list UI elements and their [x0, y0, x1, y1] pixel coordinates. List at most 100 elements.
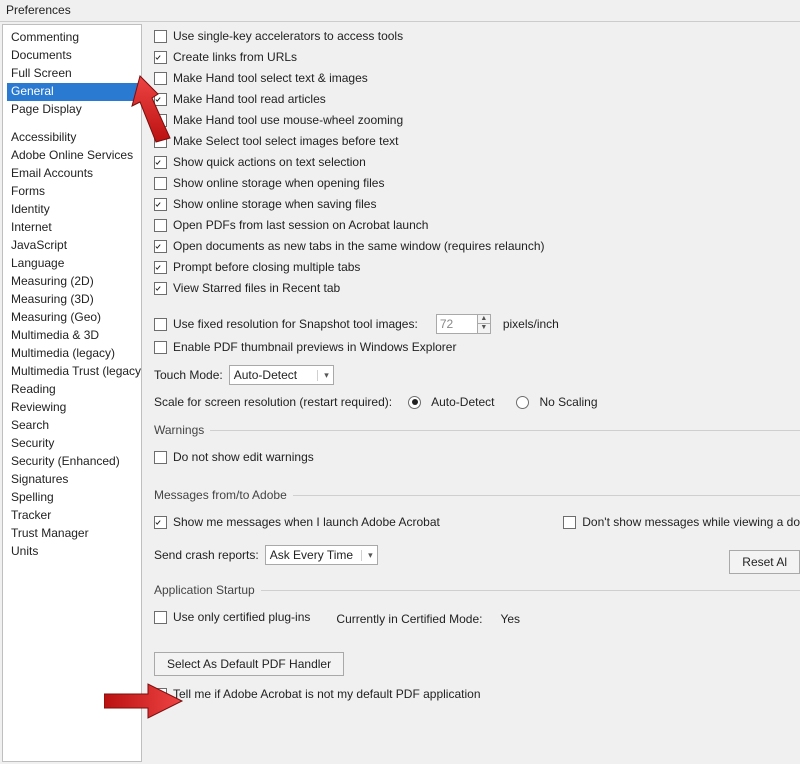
- sidebar-item-email-accounts[interactable]: Email Accounts: [7, 165, 141, 183]
- option-checkbox[interactable]: [154, 93, 167, 106]
- option-label: Open documents as new tabs in the same w…: [173, 238, 545, 254]
- sidebar-item-search[interactable]: Search: [7, 417, 141, 435]
- startup-legend: Application Startup: [154, 583, 261, 597]
- option-label: View Starred files in Recent tab: [173, 280, 340, 296]
- touch-mode-select[interactable]: Auto-Detect ▾: [229, 365, 334, 385]
- general-settings-panel: Use single-key accelerators to access to…: [144, 22, 800, 764]
- sidebar-item-measuring-3d-[interactable]: Measuring (3D): [7, 291, 141, 309]
- option-checkbox[interactable]: [154, 177, 167, 190]
- default-app-notify-checkbox[interactable]: [154, 688, 167, 701]
- option-checkbox[interactable]: [154, 135, 167, 148]
- sidebar-item-javascript[interactable]: JavaScript: [7, 237, 141, 255]
- launch-messages-label: Show me messages when I launch Adobe Acr…: [173, 514, 440, 530]
- sidebar-item-signatures[interactable]: Signatures: [7, 471, 141, 489]
- sidebar-item-identity[interactable]: Identity: [7, 201, 141, 219]
- spin-up-icon[interactable]: ▲: [477, 314, 491, 324]
- chevron-down-icon: ▾: [361, 550, 373, 561]
- sidebar-item-tracker[interactable]: Tracker: [7, 507, 141, 525]
- thumbnail-previews-label: Enable PDF thumbnail previews in Windows…: [173, 339, 456, 355]
- snapshot-resolution-checkbox[interactable]: [154, 318, 167, 331]
- sidebar-item-multimedia-legacy-[interactable]: Multimedia (legacy): [7, 345, 141, 363]
- scale-no-scaling-radio[interactable]: [516, 396, 529, 409]
- sidebar-item-security[interactable]: Security: [7, 435, 141, 453]
- sidebar-item-adobe-online-services[interactable]: Adobe Online Services: [7, 147, 141, 165]
- default-app-notify-label: Tell me if Adobe Acrobat is not my defau…: [173, 686, 481, 702]
- snapshot-resolution-label: Use fixed resolution for Snapshot tool i…: [173, 316, 418, 332]
- touch-mode-value: Auto-Detect: [234, 368, 297, 382]
- warnings-legend: Warnings: [154, 423, 210, 437]
- touch-mode-label: Touch Mode:: [154, 368, 223, 382]
- option-checkbox[interactable]: [154, 156, 167, 169]
- option-label: Make Hand tool use mouse-wheel zooming: [173, 112, 403, 128]
- sidebar-item-multimedia-3d[interactable]: Multimedia & 3D: [7, 327, 141, 345]
- sidebar-item-reading[interactable]: Reading: [7, 381, 141, 399]
- option-checkbox[interactable]: [154, 72, 167, 85]
- sidebar-item-security-enhanced-[interactable]: Security (Enhanced): [7, 453, 141, 471]
- option-checkbox[interactable]: [154, 261, 167, 274]
- sidebar-item-multimedia-trust-legacy-[interactable]: Multimedia Trust (legacy): [7, 363, 141, 381]
- sidebar-item-accessibility[interactable]: Accessibility: [7, 129, 141, 147]
- sidebar-item-full-screen[interactable]: Full Screen: [7, 65, 141, 83]
- scale-auto-detect-radio[interactable]: [408, 396, 421, 409]
- thumbnail-previews-checkbox[interactable]: [154, 341, 167, 354]
- crash-reports-label: Send crash reports:: [154, 548, 259, 562]
- categories-sidebar: CommentingDocumentsFull ScreenGeneralPag…: [2, 24, 142, 762]
- option-label: Show online storage when saving files: [173, 196, 376, 212]
- certified-plugins-checkbox[interactable]: [154, 611, 167, 624]
- default-pdf-handler-button[interactable]: Select As Default PDF Handler: [154, 652, 344, 676]
- sidebar-item-general[interactable]: General: [7, 83, 141, 101]
- spin-down-icon[interactable]: ▼: [477, 324, 491, 334]
- startup-group: Application Startup Use only certified p…: [154, 583, 800, 711]
- messages-legend: Messages from/to Adobe: [154, 488, 293, 502]
- option-label: Prompt before closing multiple tabs: [173, 259, 360, 275]
- sidebar-item-measuring-2d-[interactable]: Measuring (2D): [7, 273, 141, 291]
- certified-mode-value: Yes: [500, 612, 520, 626]
- scale-label: Scale for screen resolution (restart req…: [154, 395, 392, 409]
- sidebar-item-documents[interactable]: Documents: [7, 47, 141, 65]
- edit-warnings-label: Do not show edit warnings: [173, 449, 314, 465]
- sidebar-item-spelling[interactable]: Spelling: [7, 489, 141, 507]
- option-label: Create links from URLs: [173, 49, 297, 65]
- option-checkbox[interactable]: [154, 51, 167, 64]
- sidebar-item-forms[interactable]: Forms: [7, 183, 141, 201]
- sidebar-item-units[interactable]: Units: [7, 543, 141, 561]
- sidebar-item-measuring-geo-[interactable]: Measuring (Geo): [7, 309, 141, 327]
- option-label: Show quick actions on text selection: [173, 154, 366, 170]
- option-checkbox[interactable]: [154, 30, 167, 43]
- scale-auto-detect-label: Auto-Detect: [431, 395, 494, 409]
- sidebar-item-page-display[interactable]: Page Display: [7, 101, 141, 119]
- option-label: Use single-key accelerators to access to…: [173, 28, 403, 44]
- option-checkbox[interactable]: [154, 198, 167, 211]
- messages-group: Messages from/to Adobe Show me messages …: [154, 488, 800, 569]
- viewing-messages-label: Don't show messages while viewing a do: [582, 514, 800, 530]
- chevron-down-icon: ▾: [317, 370, 329, 381]
- scale-no-scaling-label: No Scaling: [539, 395, 597, 409]
- option-checkbox[interactable]: [154, 282, 167, 295]
- option-label: Open PDFs from last session on Acrobat l…: [173, 217, 428, 233]
- window-title: Preferences: [0, 0, 800, 22]
- option-label: Make Hand tool read articles: [173, 91, 326, 107]
- crash-reports-value: Ask Every Time: [270, 548, 353, 562]
- viewing-messages-checkbox[interactable]: [563, 516, 576, 529]
- sidebar-item-commenting[interactable]: Commenting: [7, 29, 141, 47]
- snapshot-resolution-input[interactable]: [436, 314, 478, 334]
- option-label: Show online storage when opening files: [173, 175, 384, 191]
- option-checkbox[interactable]: [154, 114, 167, 127]
- certified-plugins-label: Use only certified plug-ins: [173, 609, 310, 625]
- option-label: Make Hand tool select text & images: [173, 70, 368, 86]
- snapshot-resolution-spinner[interactable]: ▲ ▼: [436, 314, 491, 334]
- snapshot-unit-label: pixels/inch: [503, 316, 559, 332]
- certified-mode-label: Currently in Certified Mode:: [336, 612, 482, 626]
- option-label: Make Select tool select images before te…: [173, 133, 398, 149]
- option-checkbox[interactable]: [154, 240, 167, 253]
- edit-warnings-checkbox[interactable]: [154, 451, 167, 464]
- option-checkbox[interactable]: [154, 219, 167, 232]
- crash-reports-select[interactable]: Ask Every Time ▾: [265, 545, 378, 565]
- sidebar-item-internet[interactable]: Internet: [7, 219, 141, 237]
- sidebar-item-language[interactable]: Language: [7, 255, 141, 273]
- sidebar-item-trust-manager[interactable]: Trust Manager: [7, 525, 141, 543]
- sidebar-item-reviewing[interactable]: Reviewing: [7, 399, 141, 417]
- reset-warnings-button[interactable]: Reset Al: [729, 550, 800, 574]
- warnings-group: Warnings Do not show edit warnings: [154, 423, 800, 474]
- launch-messages-checkbox[interactable]: [154, 516, 167, 529]
